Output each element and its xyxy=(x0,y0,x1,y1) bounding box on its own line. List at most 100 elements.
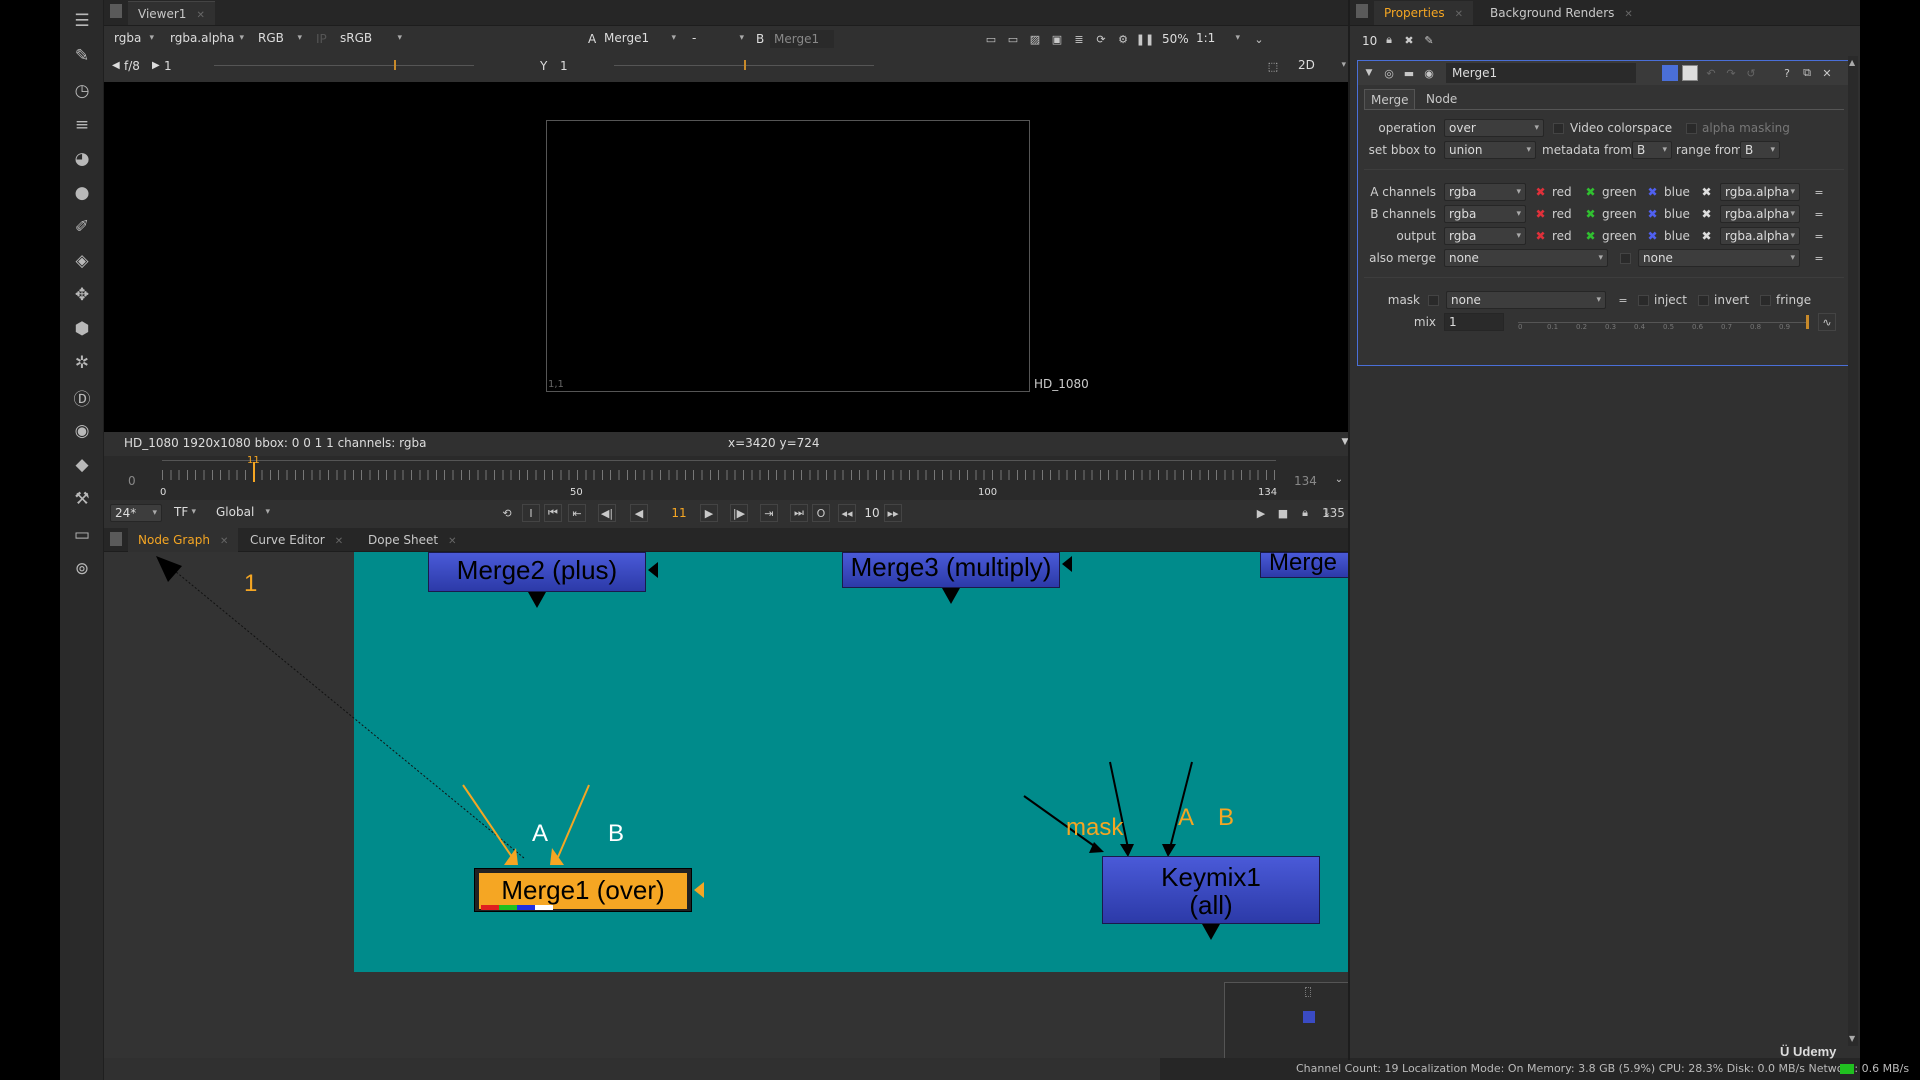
flipbook-icon[interactable]: ▶ xyxy=(1252,504,1270,522)
toolsets-tool-icon[interactable]: ⚒ xyxy=(70,488,94,510)
views-tool-icon[interactable]: ◉ xyxy=(70,420,94,442)
link-icon[interactable]: = xyxy=(1810,205,1828,223)
mask-overlay-icon[interactable]: ▨ xyxy=(1026,30,1044,48)
green-checkbox[interactable]: ✖ xyxy=(1584,185,1597,199)
node-color-swatch[interactable] xyxy=(1662,65,1678,81)
current-frame-field[interactable]: 11 xyxy=(664,504,694,522)
in-point-button[interactable]: I xyxy=(522,504,540,522)
step-forward-icon[interactable]: |▶ xyxy=(730,504,748,522)
also-merge-dropdown[interactable]: none xyxy=(1444,249,1608,267)
blue-checkbox[interactable]: ✖ xyxy=(1646,185,1659,199)
properties-scrollbar[interactable]: ▲ ▼ xyxy=(1848,56,1858,1046)
lock-icon[interactable]: 🔒︎ xyxy=(1296,504,1314,522)
go-last-icon[interactable]: ⏭ xyxy=(790,504,808,522)
redo-icon[interactable]: ↷ xyxy=(1722,64,1740,82)
viewer-canvas[interactable]: 1,1 HD_1080 xyxy=(104,82,1348,432)
mask-input-icon[interactable] xyxy=(694,882,704,898)
merge-partial-node[interactable]: Merge xyxy=(1260,552,1348,578)
tab-properties[interactable]: Properties ✕ xyxy=(1374,1,1474,25)
metadata-tool-icon[interactable]: ◆ xyxy=(70,454,94,476)
node-graph[interactable]: 1 Merge2 (plus) Merge3 (multiply) Merge … xyxy=(104,552,1348,1058)
color-tool-icon[interactable]: ◕ xyxy=(70,148,94,170)
tab-viewer1[interactable]: Viewer1 ✕ xyxy=(128,1,215,25)
blue-checkbox[interactable]: ✖ xyxy=(1646,207,1659,221)
help-icon[interactable]: ? xyxy=(1778,64,1796,82)
timeline-end[interactable]: 134 xyxy=(1294,472,1317,490)
gain-slider[interactable] xyxy=(214,65,474,66)
green-checkbox[interactable]: ✖ xyxy=(1584,229,1597,243)
tab-node-graph[interactable]: Node Graph ✕ xyxy=(128,528,239,552)
next-key-icon[interactable]: ⇥ xyxy=(760,504,778,522)
red-checkbox[interactable]: ✖ xyxy=(1534,185,1547,199)
node-name-field[interactable]: Merge1 xyxy=(1446,63,1636,83)
particles-tool-icon[interactable]: ✲ xyxy=(70,352,94,374)
fps-dropdown[interactable]: 24* xyxy=(110,504,162,522)
pane-menu-icon[interactable] xyxy=(110,532,122,546)
wipe-dropdown[interactable]: - xyxy=(688,30,748,48)
close-icon[interactable]: ✕ xyxy=(448,536,456,547)
also-merge-dropdown-2[interactable]: none xyxy=(1638,249,1800,267)
draw-tool-icon[interactable]: ✎ xyxy=(70,45,94,67)
prev-key-icon[interactable]: ⇤ xyxy=(568,504,586,522)
display-dropdown[interactable]: RGB xyxy=(254,30,306,48)
range-dropdown[interactable]: B xyxy=(1740,141,1780,159)
loop-icon[interactable]: ⟲ xyxy=(498,504,516,522)
timeline-start[interactable]: 0 xyxy=(128,472,136,490)
link-icon[interactable]: = xyxy=(1810,227,1828,245)
go-first-icon[interactable]: ⏮ xyxy=(544,504,562,522)
graph-navigator[interactable] xyxy=(1224,982,1348,1058)
collapse-icon[interactable]: ▼ xyxy=(1360,64,1378,82)
time-tool-icon[interactable]: ◷ xyxy=(70,80,94,102)
transform-tool-icon[interactable]: ✥ xyxy=(70,284,94,306)
scroll-up-icon[interactable]: ▲ xyxy=(1849,58,1855,67)
pane-menu-icon[interactable] xyxy=(110,4,122,18)
keyer-tool-icon[interactable]: ✐ xyxy=(70,216,94,238)
metadata-dropdown[interactable]: B xyxy=(1632,141,1672,159)
stop-icon[interactable]: ■ xyxy=(1274,504,1292,522)
skip-back-icon[interactable]: ◂◂ xyxy=(838,504,856,522)
zoom-readout[interactable]: 50% xyxy=(1162,30,1189,48)
output-dropdown[interactable]: rgba xyxy=(1444,227,1526,245)
gain-value[interactable]: 1 xyxy=(164,57,172,75)
lut-dropdown[interactable]: sRGB xyxy=(336,30,406,48)
center-icon[interactable]: ◎ xyxy=(1380,64,1398,82)
ratio-dropdown[interactable]: 1:1 xyxy=(1192,30,1244,48)
alpha-checkbox[interactable]: ✖ xyxy=(1700,185,1713,199)
deep-tool-icon[interactable]: Ⓓ xyxy=(70,386,94,410)
gain-right-arrow-icon[interactable]: ▶ xyxy=(152,57,160,75)
gain-slider-handle[interactable] xyxy=(394,60,396,70)
link-icon[interactable]: = xyxy=(1810,183,1828,201)
mask-checkbox[interactable] xyxy=(1428,295,1439,306)
gain-left-arrow-icon[interactable]: ◀ xyxy=(112,57,120,75)
alpha-masking-checkbox[interactable] xyxy=(1686,123,1697,134)
play-forward-icon[interactable]: ▶ xyxy=(700,504,718,522)
alpha-channel-dropdown[interactable]: rgba.alpha xyxy=(1720,205,1800,223)
alpha-checkbox[interactable]: ✖ xyxy=(1700,229,1713,243)
b-input-field[interactable]: Merge1 xyxy=(770,30,834,48)
gear-icon[interactable]: ⚙ xyxy=(1114,30,1132,48)
keymix1-node[interactable]: Keymix1 (all) xyxy=(1102,856,1320,924)
last-frame-field[interactable]: 135 xyxy=(1322,504,1345,522)
tab-node[interactable]: Node xyxy=(1418,89,1465,109)
blue-checkbox[interactable]: ✖ xyxy=(1646,229,1659,243)
invert-checkbox[interactable] xyxy=(1698,295,1709,306)
revert-icon[interactable]: ↺ xyxy=(1742,64,1760,82)
mask-input-icon[interactable] xyxy=(1062,556,1072,572)
alpha-checkbox[interactable]: ✖ xyxy=(1700,207,1713,221)
close-icon[interactable]: ✕ xyxy=(335,536,343,547)
out-point-button[interactable]: O xyxy=(812,504,830,522)
close-icon[interactable]: ✕ xyxy=(1455,9,1463,20)
close-icon[interactable]: ✕ xyxy=(1818,64,1836,82)
alpha-channel-dropdown[interactable]: rgba.alpha xyxy=(1720,227,1800,245)
input-icon[interactable]: ▬ xyxy=(1400,64,1418,82)
link-icon[interactable]: = xyxy=(1614,291,1632,309)
refresh-icon[interactable]: ⟳ xyxy=(1092,30,1110,48)
close-icon[interactable]: ✕ xyxy=(196,10,204,21)
furnace-tool-icon[interactable]: ⊚ xyxy=(70,558,94,580)
mask-icon[interactable]: ◉ xyxy=(1420,64,1438,82)
roi-icon[interactable]: ▭ xyxy=(982,30,1000,48)
green-checkbox[interactable]: ✖ xyxy=(1584,207,1597,221)
view-mode-dropdown[interactable]: 2D xyxy=(1294,57,1350,75)
image-tool-icon[interactable]: ☰ xyxy=(70,10,94,32)
video-colorspace-checkbox[interactable] xyxy=(1553,123,1564,134)
